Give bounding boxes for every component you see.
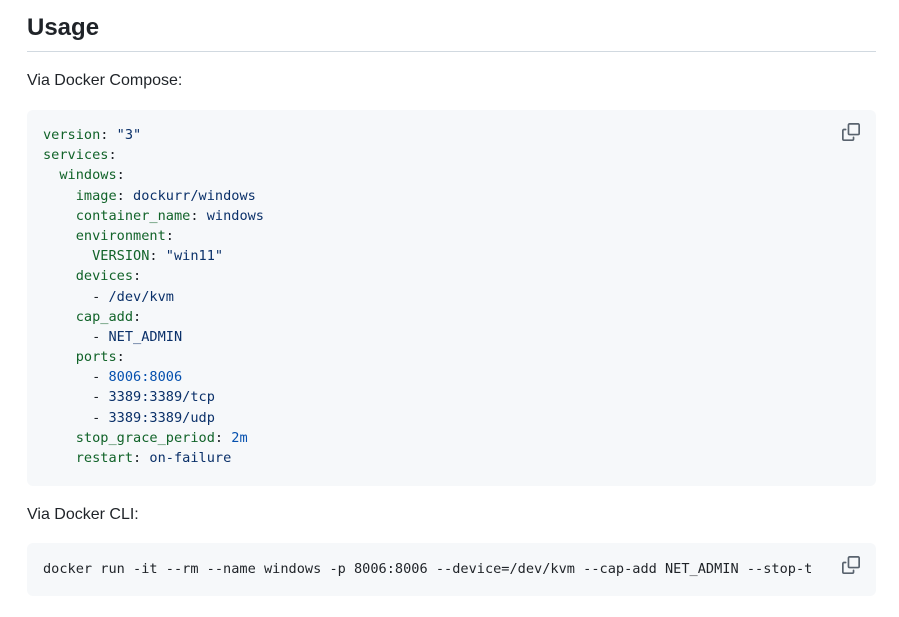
code-punct: - xyxy=(43,409,109,426)
code-punct: - xyxy=(43,288,109,305)
code-punct: : xyxy=(133,268,142,285)
yaml-value: NET_ADMIN xyxy=(108,328,183,345)
code-punct xyxy=(43,167,59,183)
code-line: cap_add: xyxy=(43,307,264,327)
code-punct: : xyxy=(108,147,117,164)
compose-code-block[interactable]: version: "3" services: windows: image: do… xyxy=(27,110,876,486)
code-line: stop_grace_period: 2m xyxy=(43,428,264,448)
code-line: ports: xyxy=(43,347,264,367)
yaml-key: cap_add xyxy=(75,308,134,325)
code-punct: : xyxy=(149,248,166,265)
code-line: - 8006:8006 xyxy=(43,367,264,387)
code-line: environment: xyxy=(43,226,264,246)
copy-icon xyxy=(842,556,860,574)
code-punct xyxy=(43,208,76,224)
code-punct xyxy=(43,188,76,204)
compose-code[interactable]: version: "3" services: windows: image: do… xyxy=(43,125,264,468)
yaml-key: version xyxy=(43,127,101,143)
page-heading: Usage xyxy=(27,14,100,41)
code-line: VERSION: "win11" xyxy=(43,246,264,266)
yaml-key: environment xyxy=(75,227,166,244)
code-line: - 3389:3389/udp xyxy=(43,408,264,428)
code-punct xyxy=(43,248,92,264)
code-punct: : xyxy=(100,127,117,143)
compose-intro-text: Via Docker Compose: xyxy=(27,72,183,89)
yaml-key: restart xyxy=(75,450,134,466)
code-line: container_name: windows xyxy=(43,206,264,226)
yaml-key: VERSION xyxy=(92,248,150,265)
code-punct: - xyxy=(43,389,109,406)
cli-code-block[interactable]: docker run -it --rm --name windows -p 80… xyxy=(27,543,876,596)
code-punct: : xyxy=(133,308,142,325)
heading-divider xyxy=(27,51,876,52)
code-punct xyxy=(43,349,76,365)
code-line: - 3389:3389/tcp xyxy=(43,387,264,407)
yaml-value: "win11" xyxy=(165,248,224,265)
compose-copy-button[interactable] xyxy=(837,118,865,146)
yaml-value: "3" xyxy=(116,127,142,143)
code-punct: : xyxy=(116,349,125,366)
code-punct: : xyxy=(165,227,174,244)
yaml-value: windows xyxy=(206,207,264,224)
yaml-value: on-failure xyxy=(149,450,232,466)
code-line: services: xyxy=(43,145,264,165)
yaml-value: /dev/kvm xyxy=(108,288,174,305)
code-punct xyxy=(43,268,76,284)
code-punct xyxy=(43,430,76,446)
code-punct: : xyxy=(116,167,125,184)
code-line: windows: xyxy=(43,165,264,185)
yaml-value: dockurr/windows xyxy=(133,187,256,204)
yaml-key: devices xyxy=(75,268,134,285)
yaml-value: 3389:3389/udp xyxy=(108,409,215,426)
code-punct: - xyxy=(43,369,109,386)
yaml-key: container_name xyxy=(75,207,191,224)
code-line: image: dockurr/windows xyxy=(43,186,264,206)
code-punct xyxy=(43,450,76,466)
code-punct: : xyxy=(133,450,150,466)
yaml-value: 3389:3389/tcp xyxy=(108,389,215,406)
code-line: - NET_ADMIN xyxy=(43,327,264,347)
yaml-key: ports xyxy=(75,349,117,366)
yaml-key: stop_grace_period xyxy=(75,429,215,446)
yaml-key: services xyxy=(43,147,109,164)
code-punct xyxy=(43,228,76,244)
copy-icon xyxy=(842,123,860,141)
code-line: version: "3" xyxy=(43,125,264,145)
yaml-value: 2m xyxy=(231,429,248,446)
code-punct: : xyxy=(214,429,232,446)
code-punct: : xyxy=(190,207,207,224)
cli-command[interactable]: docker run -it --rm --name windows -p 80… xyxy=(43,559,830,579)
yaml-key: windows xyxy=(59,167,117,184)
yaml-value: 8006:8006 xyxy=(108,369,183,386)
code-line: - /dev/kvm xyxy=(43,287,264,307)
code-punct xyxy=(43,309,76,325)
code-line: devices: xyxy=(43,266,264,286)
yaml-key: image xyxy=(75,187,117,204)
cli-intro-text: Via Docker CLI: xyxy=(27,506,139,523)
code-punct: : xyxy=(116,187,134,204)
code-line: restart: on-failure xyxy=(43,448,264,468)
cli-copy-button[interactable] xyxy=(837,551,865,579)
code-punct: - xyxy=(43,328,109,345)
